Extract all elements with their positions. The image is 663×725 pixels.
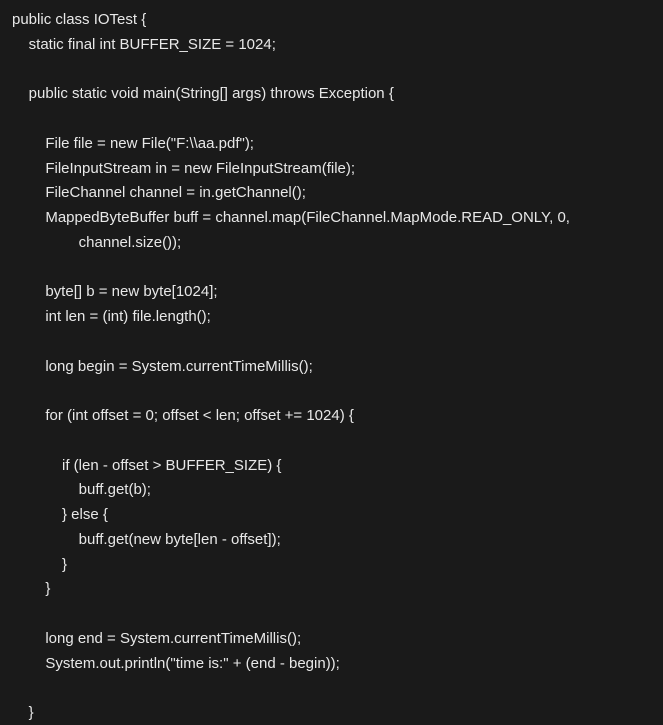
code-block: public class IOTest { static final int B…: [0, 0, 663, 725]
